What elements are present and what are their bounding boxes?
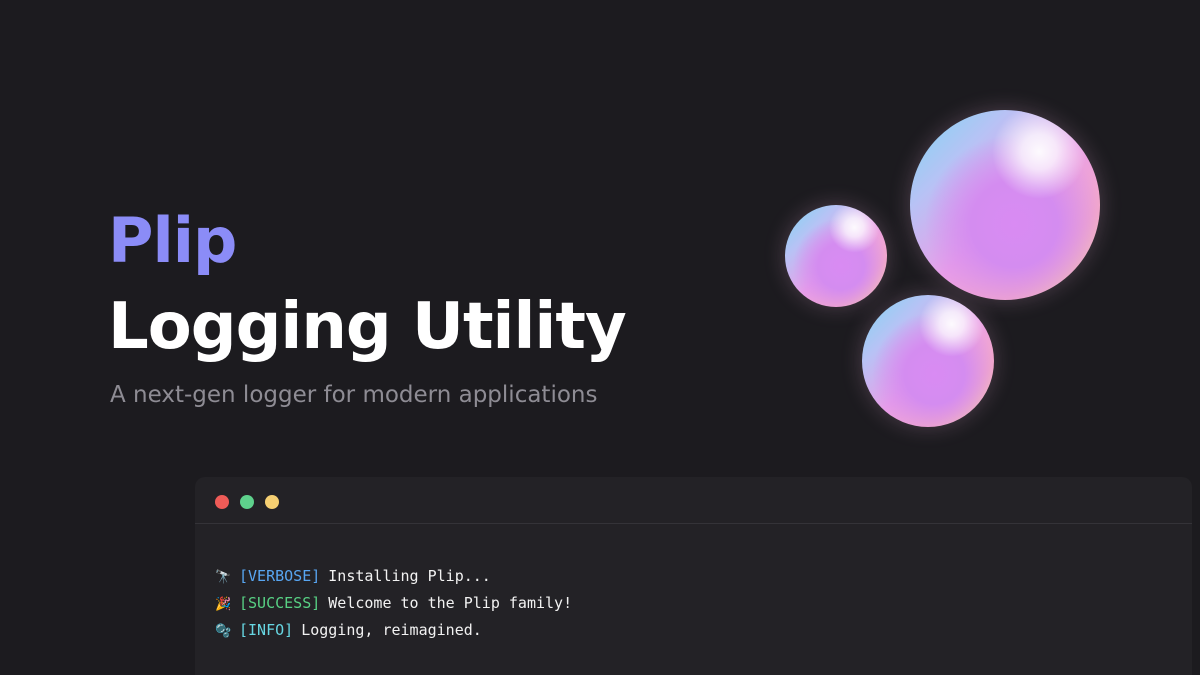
close-dot[interactable]	[215, 495, 229, 509]
telescope-icon: 🔭	[215, 570, 232, 585]
maximize-dot[interactable]	[265, 495, 279, 509]
bubble-small-icon	[785, 205, 887, 307]
log-message: Installing Plip...	[328, 567, 491, 585]
log-message: Logging, reimagined.	[301, 621, 482, 639]
log-line-verbose: 🔭 [VERBOSE] Installing Plip...	[215, 566, 491, 588]
terminal-window: 🔭 [VERBOSE] Installing Plip... 🎉 [SUCCESS] W…	[195, 477, 1192, 675]
log-tag-verbose: [VERBOSE]	[239, 567, 321, 585]
log-message: Welcome to the Plip family!	[328, 594, 573, 612]
log-tag-success: [SUCCESS]	[239, 594, 321, 612]
bubble-medium-icon	[862, 295, 994, 427]
terminal-titlebar	[195, 477, 1192, 524]
hero-banner: Plip Logging Utility A next-gen logger f…	[0, 0, 1200, 675]
minimize-dot[interactable]	[240, 495, 254, 509]
tagline: A next-gen logger for modern application…	[110, 382, 598, 408]
bubbles-icon: 🫧	[215, 624, 232, 639]
party-popper-icon: 🎉	[215, 597, 232, 612]
brand-name: Plip	[108, 204, 237, 277]
headline: Logging Utility	[108, 290, 627, 364]
log-tag-info: [INFO]	[239, 621, 294, 639]
bubble-large-icon	[910, 110, 1100, 300]
log-line-info: 🫧 [INFO] Logging, reimagined.	[215, 620, 482, 642]
log-line-success: 🎉 [SUCCESS] Welcome to the Plip family!	[215, 593, 572, 615]
